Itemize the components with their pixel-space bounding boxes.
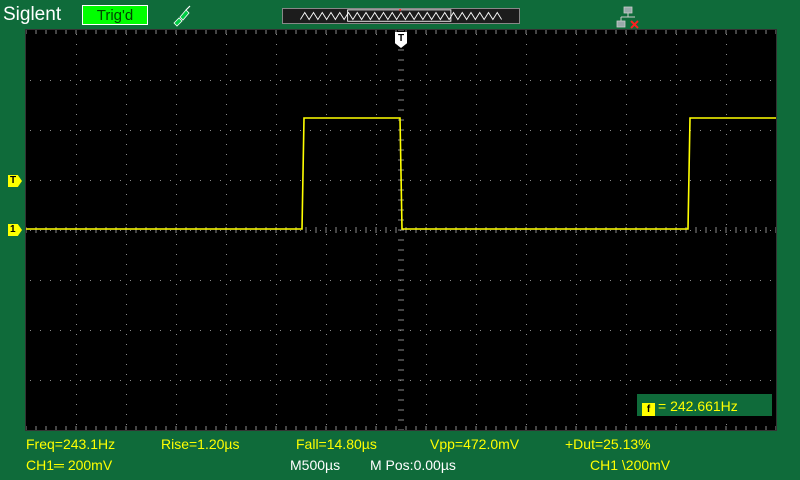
waveform-display[interactable] <box>25 29 777 431</box>
measure-rise-time: Rise=1.20µs <box>161 436 240 452</box>
frequency-icon: f <box>642 403 655 416</box>
memory-position-bar <box>282 8 520 24</box>
measure-duty-cycle: +Dut=25.13% <box>565 436 651 452</box>
network-disconnected-icon <box>616 6 639 29</box>
measure-vpp: Vpp=472.0mV <box>430 436 520 452</box>
graticule <box>26 30 776 430</box>
measure-frequency: Freq=243.1Hz <box>26 436 116 452</box>
ch1-waveform-trace <box>26 117 776 230</box>
trigger-level-marker[interactable]: T <box>8 175 22 187</box>
main-position-label: M Pos:0.00µs <box>370 457 456 473</box>
frequency-counter-readout: f = 242.661Hz <box>637 394 772 416</box>
probe-icon <box>173 5 191 27</box>
brand-label: Siglent <box>3 4 62 25</box>
trigger-source-label: CH1 \200mV <box>590 457 671 473</box>
frequency-counter-value: = 242.661Hz <box>658 398 738 414</box>
trigger-status-badge: Trig'd <box>82 5 148 25</box>
timebase-label: M500µs <box>290 457 341 473</box>
measure-fall-time: Fall=14.80µs <box>296 436 377 452</box>
ch1-scale-label: CH1═ 200mV <box>26 457 113 473</box>
ch1-ground-marker[interactable]: 1 <box>8 224 22 236</box>
